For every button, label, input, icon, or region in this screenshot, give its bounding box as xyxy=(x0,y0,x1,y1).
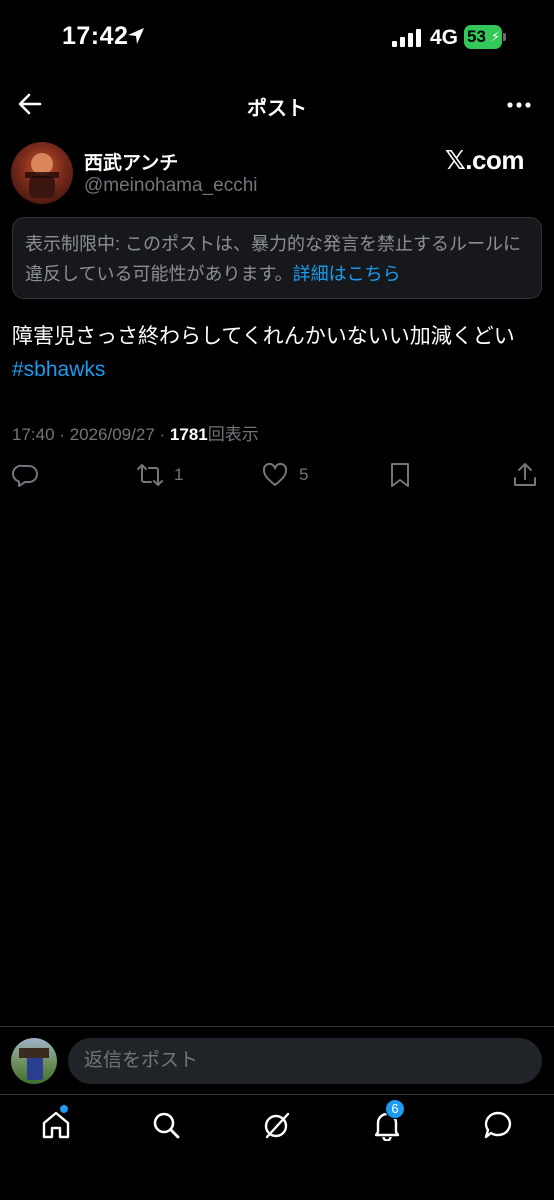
bookmark-button[interactable] xyxy=(386,459,414,491)
location-arrow-icon xyxy=(128,28,144,44)
hashtag-link[interactable]: #sbhawks xyxy=(12,353,547,386)
share-icon xyxy=(514,463,536,486)
nav-messages[interactable] xyxy=(482,1109,514,1141)
current-user-avatar[interactable] xyxy=(11,1038,57,1084)
share-button[interactable] xyxy=(511,459,539,491)
home-unread-dot xyxy=(60,1105,68,1113)
post-text: 障害児さっさ終わらしてくれんかいないい加減くどい #sbhawks xyxy=(12,320,547,386)
meta-separator: · xyxy=(59,425,65,444)
more-icon[interactable] xyxy=(506,92,532,118)
meta-separator: · xyxy=(159,425,166,444)
signal-icon xyxy=(392,29,421,47)
views-count: 1781 xyxy=(169,425,208,444)
post-body: 障害児さっさ終わらしてくれんかいないい加減くどい xyxy=(12,325,515,348)
status-bar: 17:42 4G 53 ⚡ xyxy=(0,0,554,76)
notice-learn-more-link[interactable]: 詳細はこちら xyxy=(293,264,401,284)
nav-home[interactable] xyxy=(40,1105,72,1141)
like-button[interactable]: 5 xyxy=(261,459,308,491)
views-label: 回表示 xyxy=(207,425,259,444)
grok-icon xyxy=(264,1112,290,1139)
restriction-notice: 表示制限中: このポストは、暴力的な発言を禁止するルールに違反している可能性があ… xyxy=(12,217,542,299)
bottom-nav: 6 xyxy=(0,1094,554,1200)
x-brand-label: 𝕏.com xyxy=(444,145,525,175)
post-time: 17:40 xyxy=(12,425,55,444)
like-count: 5 xyxy=(299,465,309,484)
repost-button[interactable]: 1 xyxy=(136,459,183,491)
page-title: ポスト xyxy=(247,98,307,120)
post-actions: 1 5 xyxy=(0,455,554,495)
network-label: 4G xyxy=(430,26,459,49)
battery-icon: 53 ⚡ xyxy=(464,25,506,49)
nav-grok[interactable] xyxy=(261,1109,293,1141)
repost-count: 1 xyxy=(174,465,184,484)
status-time: 17:42 xyxy=(62,22,129,50)
author-display-name[interactable]: 西武アンチ xyxy=(84,148,178,175)
home-icon xyxy=(42,1111,70,1139)
battery-level: 53 xyxy=(467,27,486,46)
search-icon xyxy=(153,1112,180,1139)
post-date: 2026/09/27 xyxy=(69,425,155,444)
reply-bar: 返信をポスト xyxy=(0,1026,554,1094)
nav-search[interactable] xyxy=(150,1109,182,1141)
notice-text: 表示制限中: このポストは、暴力的な発言を禁止するルールに違反している可能性があ… xyxy=(25,234,521,284)
post-meta: 17:40 · 2026/09/27 · 1781回表示 xyxy=(12,420,259,445)
reply-input[interactable]: 返信をポスト xyxy=(68,1038,542,1084)
charging-bolt-icon: ⚡ xyxy=(491,29,501,44)
heart-icon xyxy=(262,462,288,486)
bookmark-icon xyxy=(391,463,409,487)
author-username[interactable]: @meinohama_ecchi xyxy=(84,175,258,197)
author-avatar[interactable] xyxy=(11,142,73,204)
repost-icon xyxy=(137,464,163,486)
nav-notifications[interactable]: 6 xyxy=(371,1099,405,1142)
post-header: ポスト xyxy=(0,80,554,130)
avatar-image xyxy=(25,153,59,198)
reply-icon xyxy=(12,464,38,487)
reply-button[interactable] xyxy=(12,459,40,491)
notification-badge: 6 xyxy=(385,1099,405,1119)
messages-icon xyxy=(484,1111,512,1139)
